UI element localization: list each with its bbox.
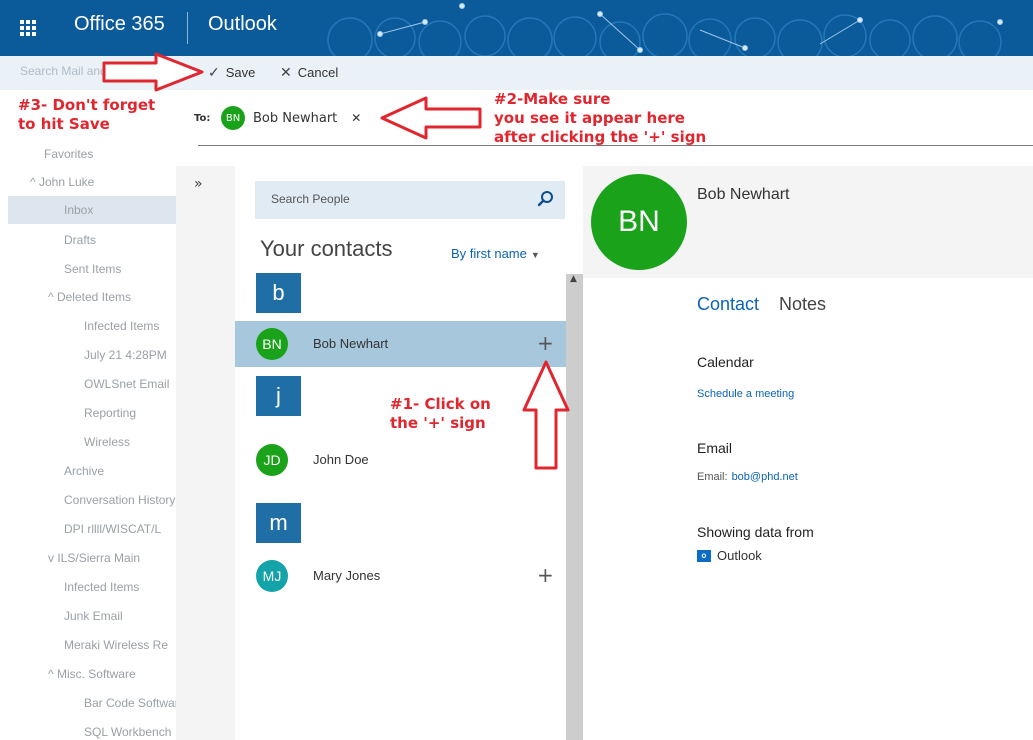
account-label: John Luke	[38, 175, 95, 189]
folder-meraki[interactable]: Meraki Wireless Re	[64, 638, 176, 652]
folder-ils[interactable]: v ILS/Sierra Main	[48, 551, 140, 565]
search-mail-input[interactable]: Search Mail and People	[20, 64, 147, 78]
contact-avatar: JD	[256, 444, 288, 476]
tab-contact[interactable]: Contact	[697, 294, 759, 315]
folder-barcode[interactable]: Bar Code Software	[84, 696, 176, 710]
folder-reporting[interactable]: Reporting	[84, 406, 136, 420]
check-icon: ✓	[208, 64, 220, 80]
folder-junk[interactable]: Junk Email	[64, 609, 123, 623]
letter-header: m	[256, 503, 301, 543]
email-line: Email: bob@phd.net	[697, 471, 798, 483]
contact-row[interactable]: BN Bob Newhart +	[235, 321, 566, 367]
save-label: Save	[225, 65, 256, 80]
misc-label: Misc. Software	[56, 667, 136, 681]
source-line: o Outlook	[697, 548, 762, 563]
app-title[interactable]: Outlook	[208, 13, 277, 36]
email-label: Email:	[697, 471, 728, 483]
search-people-placeholder: Search People	[271, 192, 350, 206]
remove-recipient-icon[interactable]: ✕	[351, 111, 361, 125]
command-bar: Search Mail and People ✓ Save ✕ Cancel	[0, 56, 1033, 90]
suite-divider	[187, 12, 188, 44]
add-contact-icon[interactable]: +	[537, 447, 554, 471]
contact-avatar: BN	[256, 328, 288, 360]
folder-sent[interactable]: Sent Items	[64, 262, 121, 276]
source-name: Outlook	[717, 548, 762, 563]
folder-infected-1[interactable]: Infected Items	[84, 319, 176, 333]
annotation-step3: #3- Don't forget to hit Save	[18, 96, 155, 134]
schedule-meeting-link[interactable]: Schedule a meeting	[697, 388, 794, 400]
folder-owlsnet[interactable]: OWLSnet Email	[84, 377, 176, 391]
suite-bar: Office 365 Outlook	[0, 0, 1033, 56]
folder-infected-2[interactable]: Infected Items	[64, 580, 139, 594]
annotation-step2-line2: you see it appear here	[494, 109, 685, 127]
cancel-button[interactable]: ✕ Cancel	[280, 64, 338, 81]
folder-sql[interactable]: SQL Workbench	[84, 725, 176, 739]
annotation-step2: #2-Make sure you see it appear here afte…	[494, 90, 706, 147]
collapse-column: »	[176, 166, 235, 740]
source-title: Showing data from	[697, 524, 814, 540]
scroll-up-icon[interactable]: ▲	[570, 274, 577, 284]
annotation-step2-line3: after clicking the '+' sign	[494, 128, 707, 146]
close-icon: ✕	[280, 64, 292, 80]
app-launcher-icon[interactable]	[16, 16, 40, 40]
calendar-title: Calendar	[697, 354, 754, 370]
recipient-avatar: BN	[221, 106, 245, 130]
deleted-label: Deleted Items	[56, 290, 132, 304]
recipient-chip[interactable]: BN Bob Newhart ✕	[221, 106, 361, 130]
contacts-heading: Your contacts	[260, 236, 393, 261]
save-button[interactable]: ✓ Save	[208, 64, 255, 81]
folder-account[interactable]: ^ John Luke	[30, 175, 94, 189]
add-people-panel: To: BN Bob Newhart ✕ » Search People You…	[176, 90, 1033, 740]
folder-misc[interactable]: ^ Misc. Software	[48, 667, 136, 681]
tab-notes[interactable]: Notes	[779, 294, 826, 315]
details-avatar: BN	[591, 174, 687, 270]
folder-pane: Favorites ^ John Luke Inbox Drafts Sent …	[0, 90, 176, 740]
folder-wireless[interactable]: Wireless	[84, 435, 130, 449]
folder-drafts[interactable]: Drafts	[64, 233, 96, 247]
annotation-step1-line2: the '+' sign	[390, 414, 486, 432]
chevron-down-icon: ▼	[530, 250, 540, 260]
letter-header: j	[256, 376, 301, 416]
annotation-step1: #1- Click on the '+' sign	[390, 395, 491, 433]
expand-icon[interactable]: »	[194, 176, 203, 192]
annotation-step3-line1: #3- Don't forget	[18, 96, 156, 114]
search-icon[interactable]	[537, 190, 555, 208]
folder-conversation-history[interactable]: Conversation History	[64, 493, 176, 507]
details-name: Bob Newhart	[697, 186, 790, 203]
contact-avatar: MJ	[256, 560, 288, 592]
people-scrollbar[interactable]: ▲	[566, 274, 583, 740]
email-title: Email	[697, 440, 733, 456]
outlook-icon: o	[697, 549, 711, 562]
people-list-pane: Search People Your contacts By first nam…	[235, 166, 566, 740]
annotation-step1-line1: #1- Click on	[390, 395, 491, 413]
ils-label: ILS/Sierra Main	[57, 551, 141, 565]
folder-dpi[interactable]: DPI rllll/WISCAT/L	[64, 522, 176, 536]
contact-name: John Doe	[313, 452, 369, 467]
search-people-input[interactable]: Search People	[255, 181, 565, 219]
contact-name: Mary Jones	[313, 568, 381, 583]
to-label: To:	[194, 113, 211, 124]
annotation-step3-line2: to hit Save	[18, 115, 110, 133]
add-contact-icon[interactable]: +	[537, 563, 554, 587]
contact-row[interactable]: MJ Mary Jones +	[235, 553, 566, 599]
folder-archive[interactable]: Archive	[64, 464, 104, 478]
contact-row[interactable]: JD John Doe +	[235, 437, 566, 483]
sort-label: By first name	[451, 246, 527, 261]
folder-deleted[interactable]: ^ Deleted Items	[48, 290, 131, 304]
contact-name: Bob Newhart	[313, 336, 389, 351]
folder-favorites[interactable]: Favorites	[44, 147, 93, 161]
folder-inbox[interactable]: Inbox	[8, 196, 176, 224]
email-value-link[interactable]: bob@phd.net	[732, 471, 798, 483]
sort-dropdown[interactable]: By first name ▼	[451, 246, 540, 261]
inbox-label: Inbox	[64, 203, 94, 217]
add-contact-icon[interactable]: +	[537, 331, 554, 355]
suite-title[interactable]: Office 365	[74, 13, 165, 36]
annotation-step2-line1: #2-Make sure	[494, 90, 611, 108]
letter-header: b	[256, 273, 301, 313]
recipient-name: Bob Newhart	[253, 110, 338, 126]
contact-details-pane: BN Bob Newhart Contact Notes Calendar Sc…	[583, 166, 1033, 740]
folder-july[interactable]: July 21 4:28PM	[84, 348, 176, 362]
details-header: BN Bob Newhart	[583, 166, 1033, 278]
cancel-label: Cancel	[297, 65, 339, 80]
